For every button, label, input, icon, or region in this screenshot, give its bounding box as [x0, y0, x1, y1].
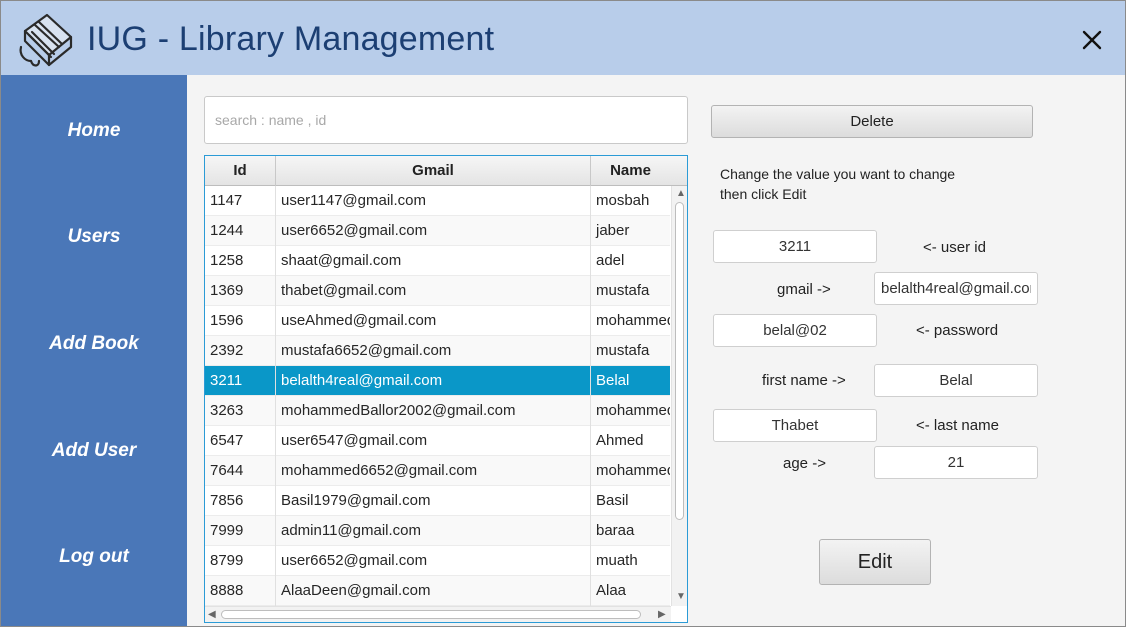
cell-name: mohammed [596, 312, 670, 329]
search-input[interactable] [204, 96, 688, 144]
table-row[interactable]: 2392 mustafa6652@gmail.com mustafa [205, 336, 670, 366]
cell-name: mosbah [596, 192, 650, 209]
table-row[interactable]: 8888 AlaaDeen@gmail.com Alaa [205, 576, 670, 606]
cell-id: 2392 [205, 336, 276, 366]
table-row[interactable]: 1258 shaat@gmail.com adel [205, 246, 670, 276]
table-row[interactable]: 1369 thabet@gmail.com mustafa [205, 276, 670, 306]
table-header: Id Gmail Name [205, 156, 687, 186]
cell-id: 1369 [205, 276, 276, 306]
cell-gmail: mustafa6652@gmail.com [276, 336, 591, 366]
sidebar-item-add-user[interactable]: Add User [1, 440, 187, 462]
password-field[interactable] [713, 314, 877, 347]
cell-name: Basil [596, 492, 629, 509]
cell-name: baraa [596, 522, 635, 539]
cell-gmail: Basil1979@gmail.com [276, 486, 591, 516]
cell-id: 8799 [205, 546, 276, 576]
age-field[interactable] [874, 446, 1038, 479]
app-window: IUG - Library Management Home Users Add … [0, 0, 1126, 627]
scroll-up-icon[interactable]: ▲ [676, 189, 686, 199]
last-name-label: <- last name [916, 417, 999, 434]
cell-gmail: user1147@gmail.com [276, 186, 591, 216]
cell-id: 7644 [205, 456, 276, 486]
table-row[interactable]: 3211 belalth4real@gmail.com Belal [205, 366, 670, 396]
cell-gmail: belalth4real@gmail.com [276, 366, 591, 396]
app-title: IUG - Library Management [87, 20, 495, 58]
user-id-label: <- user id [923, 239, 986, 256]
cell-name: mustafa [596, 342, 650, 359]
sidebar: Home Users Add Book Add User Log out [1, 75, 187, 626]
edit-button[interactable]: Edit [819, 539, 931, 585]
cell-gmail: user6547@gmail.com [276, 426, 591, 456]
table-body: 1147 user1147@gmail.com mosbah 1244 user6652… [205, 186, 670, 606]
cell-gmail: shaat@gmail.com [276, 246, 591, 276]
cell-id: 1147 [205, 186, 276, 216]
cell-name: mustafa [596, 282, 650, 299]
cell-gmail: user6652@gmail.com [276, 546, 591, 576]
column-header-id[interactable]: Id [205, 156, 276, 186]
cell-name: muath [596, 552, 638, 569]
close-icon[interactable] [1075, 23, 1109, 57]
cell-name: Belal [596, 372, 630, 389]
scroll-right-icon[interactable]: ▶ [658, 610, 666, 620]
vertical-scroll-thumb[interactable] [675, 202, 684, 520]
cell-gmail: user6652@gmail.com [276, 216, 591, 246]
gmail-label: gmail -> [777, 281, 831, 298]
vertical-scrollbar[interactable]: ▲ ▼ [671, 186, 687, 606]
age-label: age -> [783, 455, 826, 472]
cell-name: Alaa [596, 582, 627, 599]
cell-id: 3211 [205, 366, 276, 396]
horizontal-scroll-thumb[interactable] [221, 610, 641, 619]
delete-button[interactable]: Delete [711, 105, 1033, 138]
sidebar-item-home[interactable]: Home [1, 120, 187, 142]
cell-gmail: mohammed6652@gmail.com [276, 456, 591, 486]
column-header-gmail[interactable]: Gmail [276, 156, 591, 186]
last-name-field[interactable] [713, 409, 877, 442]
sidebar-item-users[interactable]: Users [1, 226, 187, 248]
table-row[interactable]: 7999 admin11@gmail.com baraa [205, 516, 670, 546]
table-row[interactable]: 1244 user6652@gmail.com jaber [205, 216, 670, 246]
cell-gmail: AlaaDeen@gmail.com [276, 576, 591, 606]
cell-name: adel [596, 252, 625, 269]
users-table: Id Gmail Name 1147 user1147@gmail.com mosb… [204, 155, 688, 623]
horizontal-scrollbar[interactable]: ◀ ▶ [205, 606, 671, 622]
cell-gmail: thabet@gmail.com [276, 276, 591, 306]
table-row[interactable]: 8799 user6652@gmail.com muath [205, 546, 670, 576]
cell-id: 3263 [205, 396, 276, 426]
table-row[interactable]: 1147 user1147@gmail.com mosbah [205, 186, 670, 216]
column-header-name[interactable]: Name [591, 156, 670, 186]
cell-id: 7856 [205, 486, 276, 516]
table-row[interactable]: 7856 Basil1979@gmail.com Basil [205, 486, 670, 516]
password-label: <- password [916, 322, 999, 339]
scroll-left-icon[interactable]: ◀ [208, 610, 216, 620]
cell-id: 1258 [205, 246, 276, 276]
cell-name: mohammed [596, 462, 670, 479]
cell-id: 6547 [205, 426, 276, 456]
cell-gmail: mohammedBallor2002@gmail.com [276, 396, 591, 426]
instruction-line-2: then click Edit [720, 186, 807, 202]
cell-name: Ahmed [596, 432, 644, 449]
cell-id: 8888 [205, 576, 276, 606]
cell-gmail: useAhmed@gmail.com [276, 306, 591, 336]
table-row[interactable]: 3263 mohammedBallor2002@gmail.com mohammed [205, 396, 670, 426]
first-name-field[interactable] [874, 364, 1038, 397]
instruction-line-1: Change the value you want to change [720, 166, 956, 182]
cell-id: 1244 [205, 216, 276, 246]
gmail-field[interactable] [874, 272, 1038, 305]
scroll-down-icon[interactable]: ▼ [676, 592, 686, 602]
sidebar-item-add-book[interactable]: Add Book [1, 333, 187, 355]
user-id-field[interactable] [713, 230, 877, 263]
first-name-label: first name -> [762, 372, 846, 389]
table-row[interactable]: 1596 useAhmed@gmail.com mohammed [205, 306, 670, 336]
cell-name: mohammed [596, 402, 670, 419]
sidebar-item-log-out[interactable]: Log out [1, 546, 187, 568]
title-bar: IUG - Library Management [1, 1, 1125, 75]
cell-id: 1596 [205, 306, 276, 336]
cell-gmail: admin11@gmail.com [276, 516, 591, 546]
cell-id: 7999 [205, 516, 276, 546]
table-row[interactable]: 7644 mohammed6652@gmail.com mohammed [205, 456, 670, 486]
cell-name: jaber [596, 222, 630, 239]
table-row[interactable]: 6547 user6547@gmail.com Ahmed [205, 426, 670, 456]
book-icon [19, 13, 73, 67]
